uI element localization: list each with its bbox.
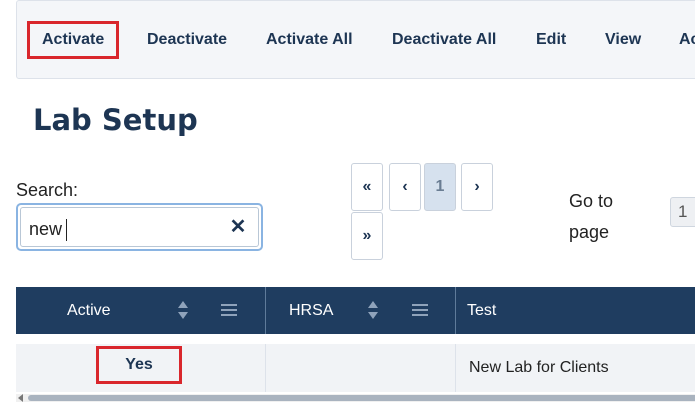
scroll-left-arrow-icon[interactable] — [18, 394, 23, 402]
column-label-hrsa: HRSA — [289, 302, 334, 319]
page-title: Lab Setup — [33, 103, 198, 137]
edit-button[interactable]: Edit — [536, 21, 566, 59]
column-header-active[interactable]: Active — [16, 287, 266, 334]
current-page-button[interactable]: 1 — [424, 163, 456, 211]
next-page-button[interactable]: › — [461, 163, 493, 211]
column-label-active: Active — [67, 302, 111, 319]
text-caret — [66, 219, 68, 242]
go-to-page-value: 1 — [678, 202, 688, 221]
clear-search-icon[interactable]: ✕ — [228, 216, 248, 238]
search-field[interactable]: new ✕ — [16, 203, 263, 251]
go-to-page-select[interactable]: 1 — [670, 197, 695, 227]
cell-hrsa[interactable] — [266, 344, 456, 392]
horizontal-scrollbar[interactable] — [16, 394, 695, 402]
column-label-test: Test — [467, 302, 497, 319]
truncated-toolbar-button[interactable]: Ac — [679, 21, 695, 59]
column-menu-icon[interactable] — [412, 304, 428, 317]
scrollbar-thumb[interactable] — [28, 395, 695, 401]
go-to-label-line1: Go to — [569, 191, 614, 211]
deactivate-button[interactable]: Deactivate — [147, 21, 227, 59]
activate-button[interactable]: Activate — [27, 21, 120, 59]
search-label: Search: — [16, 180, 79, 200]
cell-active[interactable]: Yes — [16, 344, 266, 392]
sort-icon[interactable] — [177, 300, 189, 320]
column-header-hrsa[interactable]: HRSA — [266, 287, 456, 334]
go-to-page-label: Go to page — [569, 186, 613, 248]
activate-all-button[interactable]: Activate All — [266, 21, 353, 59]
table-row[interactable]: Yes New Lab for Clients — [16, 344, 695, 392]
sort-icon[interactable] — [367, 300, 379, 320]
search-input[interactable]: new ✕ — [20, 207, 259, 247]
go-to-label-line2: page — [569, 222, 610, 242]
active-value: Yes — [96, 346, 182, 384]
column-menu-icon[interactable] — [221, 304, 237, 317]
table-header: Active HRSA Test — [16, 287, 695, 334]
cell-test[interactable]: New Lab for Clients — [456, 344, 695, 392]
column-header-test[interactable]: Test — [456, 287, 695, 334]
search-input-value: new — [29, 219, 68, 242]
previous-page-button[interactable]: ‹ — [389, 163, 421, 211]
action-toolbar: Activate Deactivate Activate All Deactiv… — [16, 0, 695, 79]
view-button[interactable]: View — [605, 21, 641, 59]
first-page-button[interactable]: « — [351, 163, 383, 211]
deactivate-all-button[interactable]: Deactivate All — [392, 21, 496, 59]
last-page-button[interactable]: » — [351, 212, 383, 260]
